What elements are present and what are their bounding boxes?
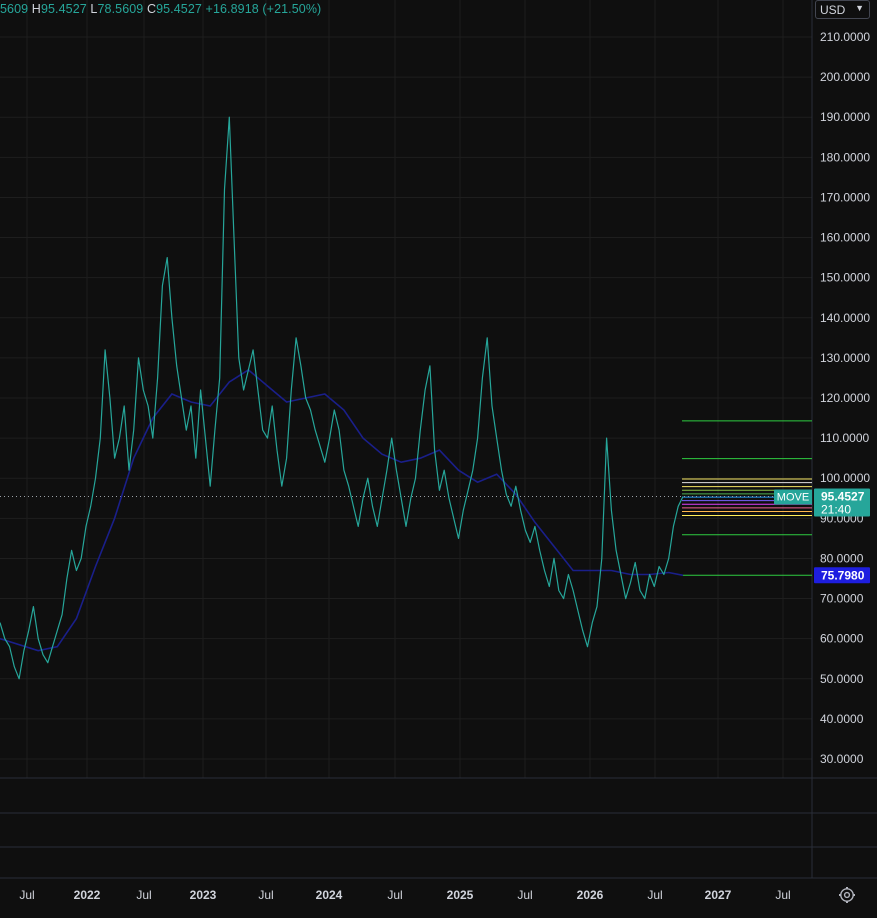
high-key: H (31, 2, 41, 16)
x-tick-label: 2024 (316, 888, 343, 902)
y-tick-label: 30.0000 (820, 752, 864, 766)
countdown-label: 21:40 (821, 502, 851, 516)
y-tick-label: 130.0000 (820, 351, 870, 365)
x-tick-label: Jul (517, 888, 532, 902)
currency-label: USD (820, 3, 846, 17)
y-tick-label: 190.0000 (820, 110, 870, 124)
y-tick-label: 200.0000 (820, 70, 870, 84)
price-chart[interactable]: 210.0000 200.0000 190.0000 180.0000 170.0000… (0, 0, 877, 918)
x-tick-label: 2022 (74, 888, 101, 902)
x-tick-label: Jul (258, 888, 273, 902)
y-tick-label: 180.0000 (820, 150, 870, 164)
low-value: 78.5609 (97, 2, 144, 16)
moving-average-line (0, 368, 684, 652)
y-tick-label: 60.0000 (820, 632, 864, 646)
y-tick-label: 70.0000 (820, 592, 864, 606)
symbol-badge-label: MOVE (777, 491, 809, 503)
x-tick-label: Jul (387, 888, 402, 902)
y-tick-label: 80.0000 (820, 551, 864, 565)
ma-price-badge-value: 75.7980 (821, 568, 865, 582)
y-tick-label: 50.0000 (820, 672, 864, 686)
y-tick-label: 170.0000 (820, 190, 870, 204)
gear-icon[interactable] (838, 886, 856, 904)
last-price-badge-value: 95.4527 (821, 489, 865, 503)
y-tick-label: 110.0000 (820, 431, 869, 445)
x-tick-label: 2025 (447, 888, 474, 902)
x-tick-label: Jul (647, 888, 662, 902)
x-tick-label: Jul (775, 888, 790, 902)
chevron-down-icon: ▼ (855, 3, 864, 13)
open-value-fragment: 5609 (0, 2, 29, 16)
ohlc-legend: 5609 H95.4527 L78.5609 C95.4527 +16.8918… (0, 2, 321, 16)
close-value: 95.4527 (156, 2, 202, 16)
x-tick-label: 2026 (577, 888, 604, 902)
x-tick-label: 2023 (190, 888, 217, 902)
x-tick-label: Jul (19, 888, 34, 902)
y-tick-label: 210.0000 (820, 30, 870, 44)
y-tick-label: 120.0000 (820, 391, 870, 405)
y-tick-label: 140.0000 (820, 311, 870, 325)
high-value: 95.4527 (40, 2, 87, 16)
y-tick-label: 100.0000 (820, 471, 870, 485)
close-key: C (146, 2, 157, 16)
x-tick-label: 2027 (705, 888, 732, 902)
chart-root: 210.0000 200.0000 190.0000 180.0000 170.0000… (0, 0, 877, 918)
change-value: +16.8918 (+21.50%) (205, 2, 322, 16)
y-tick-label: 160.0000 (820, 231, 870, 245)
y-tick-label: 40.0000 (820, 712, 864, 726)
x-tick-label: Jul (136, 888, 151, 902)
currency-selector[interactable]: USD ▼ (815, 0, 870, 19)
y-tick-label: 150.0000 (820, 271, 870, 285)
